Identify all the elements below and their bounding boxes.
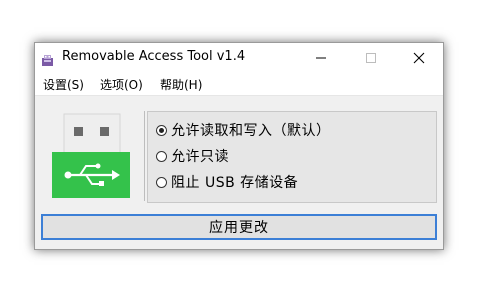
screen: Removable Access Tool v1.4 设置(S) 选项(O) 帮… <box>0 0 480 300</box>
title-bar[interactable]: Removable Access Tool v1.4 <box>35 43 443 73</box>
menu-options[interactable]: 选项(O) <box>100 76 143 93</box>
radio-unselected-icon[interactable] <box>156 150 167 162</box>
apply-changes-button[interactable]: 应用更改 <box>41 214 437 240</box>
access-options-group: 允许读取和写入（默认） 允许只读 阻止 USB 存储设备 <box>147 111 437 203</box>
radio-selected-icon[interactable] <box>156 124 167 136</box>
option-label: 允许读取和写入（默认） <box>171 123 331 139</box>
close-icon <box>413 49 425 68</box>
option-label: 阻止 USB 存储设备 <box>171 175 299 191</box>
option-read-write[interactable]: 允许读取和写入（默认） <box>156 120 331 140</box>
menu-bar: 设置(S) 选项(O) 帮助(H) <box>35 73 443 96</box>
radio-unselected-icon[interactable] <box>156 176 167 188</box>
maximize-button[interactable] <box>355 43 387 73</box>
maximize-icon <box>365 49 377 68</box>
usb-drive-graphic <box>42 110 142 208</box>
close-button[interactable] <box>403 43 435 73</box>
option-read-only[interactable]: 允许只读 <box>156 146 229 166</box>
minimize-icon <box>315 49 327 68</box>
app-window: Removable Access Tool v1.4 设置(S) 选项(O) 帮… <box>34 42 444 250</box>
menu-settings[interactable]: 设置(S) <box>43 76 84 93</box>
window-title: Removable Access Tool v1.4 <box>62 49 246 64</box>
vertical-divider <box>144 111 145 201</box>
minimize-button[interactable] <box>305 43 337 73</box>
option-label: 允许只读 <box>171 149 229 165</box>
menu-help[interactable]: 帮助(H) <box>160 76 202 93</box>
usb-drive-icon <box>41 52 54 66</box>
option-block-usb[interactable]: 阻止 USB 存储设备 <box>156 172 298 192</box>
